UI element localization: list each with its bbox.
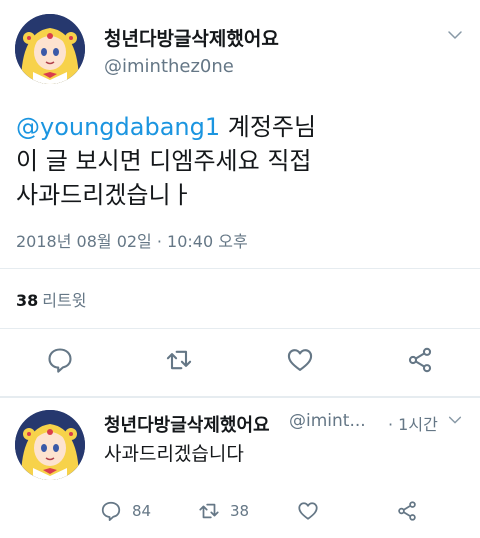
mention-link[interactable]: @youngdabang1 xyxy=(16,113,220,141)
like-icon[interactable] xyxy=(286,346,314,374)
like-button[interactable] xyxy=(297,497,319,525)
avatar-illustration xyxy=(15,410,85,480)
avatar-illustration xyxy=(15,14,85,84)
tweet-text: 사과드리겠습니다 xyxy=(104,443,244,465)
avatar[interactable] xyxy=(15,410,85,480)
reply-count: 84 xyxy=(132,502,152,520)
reply-icon[interactable] xyxy=(46,346,74,374)
tweet-line-1-text: 계정주님 xyxy=(220,113,317,141)
retweet-button[interactable]: 38 xyxy=(198,497,249,525)
retweet-count[interactable]: 38 리트윗 xyxy=(16,287,86,311)
reply-button[interactable]: 84 xyxy=(100,497,151,525)
tweet-line-2: 이 글 보시면 디엠주세요 직접 xyxy=(16,147,312,175)
retweet-count-value: 38 xyxy=(16,291,39,310)
user-handle[interactable]: @iminthez0ne xyxy=(104,56,234,77)
share-icon xyxy=(398,501,416,521)
reply-icon xyxy=(101,501,121,522)
divider xyxy=(0,328,480,329)
display-name[interactable]: 청년다방글삭제했어요 xyxy=(104,24,279,51)
timestamp[interactable]: 2018년 08월 02일 · 10:40 오후 xyxy=(16,228,248,252)
display-name[interactable]: 청년다방글삭제했어요 xyxy=(104,411,270,437)
avatar[interactable] xyxy=(15,14,85,84)
chevron-down-icon[interactable] xyxy=(446,26,464,44)
share-button[interactable] xyxy=(396,497,418,525)
retweet-count-label: 리트윗 xyxy=(42,291,87,310)
retweet-count: 38 xyxy=(230,502,250,520)
chevron-down-icon[interactable] xyxy=(447,412,463,428)
like-icon xyxy=(298,502,318,520)
tweet-text: @youngdabang1 계정주님 이 글 보시면 디엠주세요 직접 사과드리… xyxy=(16,110,466,212)
retweet-icon[interactable] xyxy=(165,346,193,374)
tweet-line-3: 사과드리겠습니ㅏ xyxy=(16,181,193,209)
tweet-actions xyxy=(0,340,480,380)
retweet-icon xyxy=(199,503,219,519)
tweet-actions: 84 38 xyxy=(100,497,440,527)
divider xyxy=(0,268,480,269)
tweet-line-1: @youngdabang1 계정주님 xyxy=(16,110,466,144)
user-handle[interactable]: @imint... xyxy=(289,411,366,431)
relative-time[interactable]: · 1시간 xyxy=(388,411,438,435)
share-icon[interactable] xyxy=(406,346,434,374)
section-divider xyxy=(0,396,480,398)
